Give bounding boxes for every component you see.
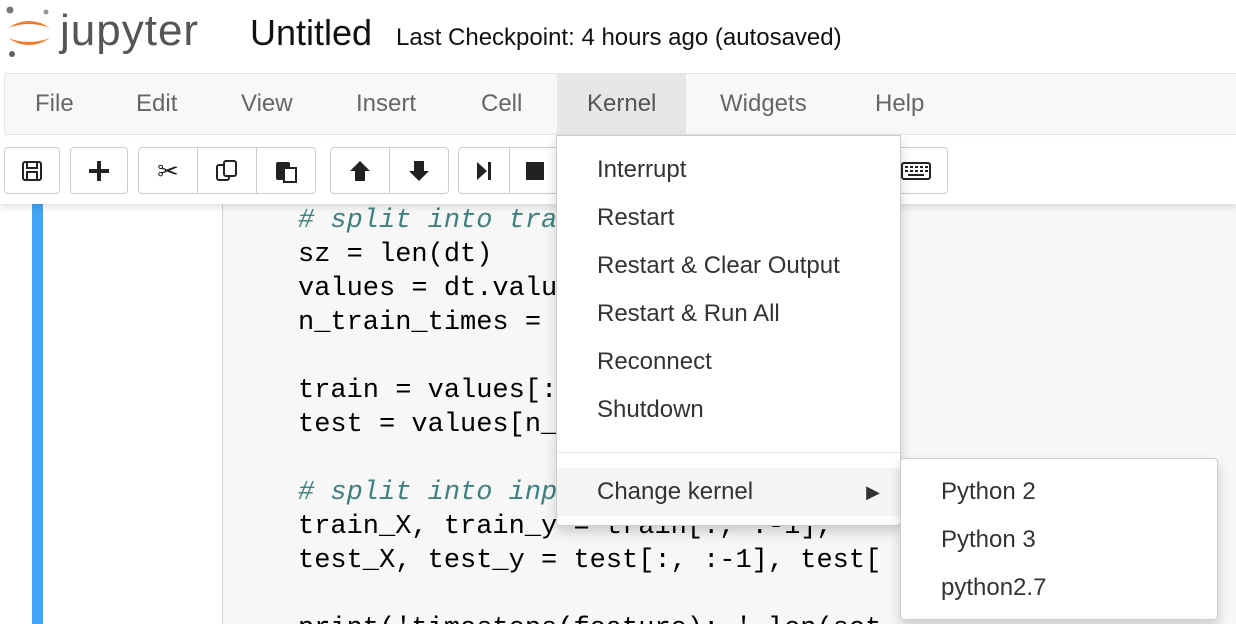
code-line: # split into tra — [298, 206, 558, 236]
clipboard-button-group: ✂ — [138, 147, 316, 194]
save-icon — [22, 160, 42, 181]
header: jupyter Untitled Last Checkpoint: 4 hour… — [0, 0, 1236, 72]
menu-edit[interactable]: Edit — [106, 74, 207, 134]
menu-divider — [557, 452, 900, 453]
insert-cell-button[interactable] — [70, 147, 128, 194]
menu-kernel[interactable]: Kernel — [557, 74, 687, 134]
menu-item-reconnect[interactable]: Reconnect — [557, 338, 900, 386]
caret-right-icon: ▶ — [866, 482, 880, 502]
menu-item-shutdown[interactable]: Shutdown — [557, 386, 900, 434]
code-line: # split into inp — [298, 478, 558, 508]
keyboard-icon — [901, 161, 931, 180]
menu-item-restart-clear-output[interactable]: Restart & Clear Output — [557, 242, 900, 290]
arrow-up-icon — [350, 160, 370, 181]
menu-item-restart-run-all[interactable]: Restart & Run All — [557, 290, 900, 338]
cut-icon: ✂ — [157, 155, 179, 186]
notebook-title[interactable]: Untitled — [250, 12, 372, 54]
jupyter-logo[interactable]: jupyter — [4, 4, 214, 60]
kernel-option-python2[interactable]: Python 2 — [901, 468, 1217, 516]
menu-item-restart[interactable]: Restart — [557, 194, 900, 242]
checkpoint-status: Last Checkpoint: 4 hours ago (autosaved) — [396, 24, 842, 51]
cut-button[interactable]: ✂ — [138, 147, 198, 194]
kernel-dropdown-menu: Interrupt Restart Restart & Clear Output… — [556, 135, 901, 526]
move-up-button[interactable] — [330, 147, 390, 194]
selected-cell-indicator — [32, 204, 43, 624]
save-button[interactable] — [4, 147, 60, 194]
jupyter-logo-icon — [6, 6, 50, 57]
stop-button[interactable] — [509, 147, 561, 194]
menu-view[interactable]: View — [211, 74, 323, 134]
code-line: values = dt.valu — [298, 274, 558, 304]
code-line: test_X, test_y = test[:, :-1], test[ — [298, 546, 882, 576]
menu-widgets[interactable]: Widgets — [690, 74, 837, 134]
arrow-down-icon — [409, 160, 429, 181]
menu-cell[interactable]: Cell — [451, 74, 552, 134]
change-kernel-submenu: Python 2 Python 3 python2.7 — [900, 458, 1218, 620]
kernel-option-python3[interactable]: Python 3 — [901, 516, 1217, 564]
paste-icon — [276, 161, 297, 183]
copy-icon — [216, 159, 237, 181]
plus-icon — [89, 160, 109, 181]
code-line: train = values[: — [298, 376, 558, 406]
move-down-button[interactable] — [389, 147, 449, 194]
code-line: test = values[n_ — [298, 410, 558, 440]
menubar: File Edit View Insert Cell Kernel Widget… — [4, 73, 1236, 135]
copy-button[interactable] — [197, 147, 257, 194]
stop-icon — [526, 161, 544, 180]
logo-text: jupyter — [60, 6, 200, 55]
run-button[interactable] — [458, 147, 510, 194]
run-icon — [477, 161, 491, 180]
code-line: n_train_times = — [298, 308, 558, 338]
code-line: sz = len(dt) — [298, 240, 493, 270]
menu-file[interactable]: File — [5, 74, 104, 134]
code-line: print('timesteps(feature): ',len(set — [298, 614, 881, 624]
paste-button[interactable] — [256, 147, 316, 194]
menu-item-interrupt[interactable]: Interrupt — [557, 146, 900, 194]
kernel-option-python27[interactable]: python2.7 — [901, 564, 1217, 612]
run-button-group — [458, 147, 561, 194]
change-kernel-label: Change kernel — [597, 478, 754, 505]
menu-item-change-kernel[interactable]: Change kernel ▶ — [557, 468, 900, 516]
menu-help[interactable]: Help — [845, 74, 954, 134]
menu-insert[interactable]: Insert — [326, 74, 446, 134]
move-button-group — [330, 147, 449, 194]
